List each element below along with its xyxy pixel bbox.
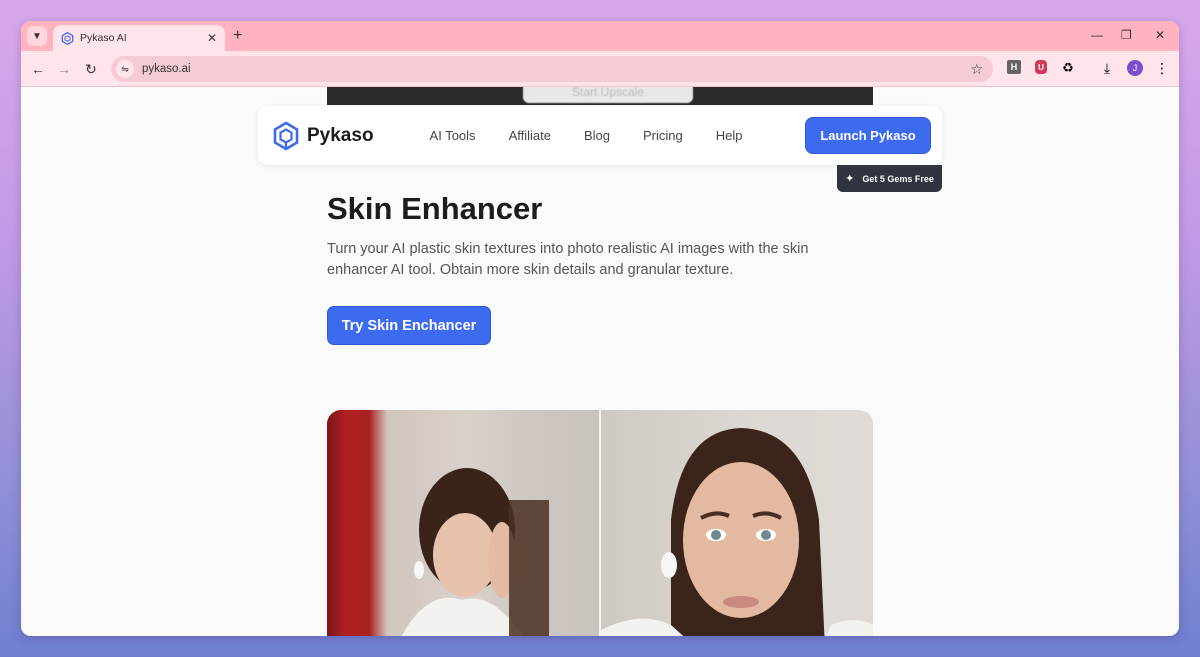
gems-label: Get 5 Gems Free: [862, 173, 934, 184]
after-portrait: [601, 428, 873, 636]
tab-pykaso[interactable]: Pykaso AI ✕: [53, 25, 225, 51]
before-portrait: [401, 468, 549, 636]
url-text[interactable]: pykaso.ai: [142, 63, 970, 75]
browser-window: ▼ Pykaso AI ✕ + — ❐ ✕ ← → ↻ ⇋ pykaso.ai …: [21, 21, 1179, 636]
nav-link-affiliate[interactable]: Affiliate: [509, 128, 551, 143]
profile-avatar[interactable]: J: [1127, 60, 1143, 76]
brand-name: Pykaso: [307, 124, 374, 146]
launch-pykaso-button[interactable]: Launch Pykaso: [805, 117, 931, 154]
nav-links: AI Tools Affiliate Blog Pricing Help: [430, 128, 776, 143]
tab-title: Pykaso AI: [80, 32, 127, 44]
after-photo: [601, 410, 873, 636]
banner-image: Start Upscale: [327, 87, 873, 105]
site-navbar: Pykaso AI Tools Affiliate Blog Pricing H…: [258, 106, 942, 165]
address-bar[interactable]: ⇋ pykaso.ai ☆: [111, 56, 993, 82]
extension-shield-icon[interactable]: U: [1035, 60, 1047, 74]
extensions-puzzle-icon[interactable]: ♻: [1060, 60, 1076, 76]
nav-link-pricing[interactable]: Pricing: [643, 128, 683, 143]
browser-toolbar: ← → ↻ ⇋ pykaso.ai ☆ H U ♻ ⤓ J ⋮: [21, 51, 1179, 87]
nav-link-blog[interactable]: Blog: [584, 128, 610, 143]
page-content: Start Upscale Pykaso AI Tools Affiliate …: [21, 87, 1179, 636]
kebab-menu-icon[interactable]: ⋮: [1154, 60, 1170, 76]
minimize-icon[interactable]: —: [1091, 28, 1103, 42]
arrow-left-icon[interactable]: ←: [29, 60, 47, 78]
restore-icon[interactable]: ❐: [1121, 28, 1132, 42]
get-gems-badge[interactable]: ✦ Get 5 Gems Free: [837, 165, 942, 192]
page-description: Turn your AI plastic skin textures into …: [327, 241, 809, 278]
before-photo: [327, 410, 599, 636]
nav-link-ai-tools[interactable]: AI Tools: [430, 128, 476, 143]
reload-icon[interactable]: ↻: [82, 60, 100, 78]
banner-partial-button: Start Upscale: [523, 87, 693, 103]
page-title: Skin Enhancer: [327, 191, 543, 226]
arrow-right-icon[interactable]: →: [55, 60, 73, 78]
pykaso-logo-icon: [273, 120, 299, 151]
sparkle-icon: ✦: [845, 173, 855, 185]
extension-h-icon[interactable]: H: [1007, 60, 1021, 74]
star-icon[interactable]: ☆: [970, 61, 983, 78]
before-after-comparison: [327, 410, 873, 636]
pykaso-favicon-icon: [61, 31, 74, 45]
try-skin-enhancer-button[interactable]: Try Skin Enchancer: [327, 306, 491, 345]
nav-link-help[interactable]: Help: [716, 128, 743, 143]
download-icon[interactable]: ⤓: [1099, 60, 1115, 76]
close-tab-icon[interactable]: ✕: [203, 31, 221, 45]
close-window-icon[interactable]: ✕: [1155, 28, 1165, 42]
tab-search-button[interactable]: ▼: [27, 26, 47, 46]
site-info-icon[interactable]: ⇋: [116, 60, 134, 78]
chevron-down-icon: ▼: [32, 30, 42, 42]
new-tab-icon[interactable]: +: [233, 27, 242, 45]
tab-strip: ▼ Pykaso AI ✕ + — ❐ ✕: [21, 21, 1179, 51]
brand-logo[interactable]: Pykaso: [272, 120, 374, 151]
